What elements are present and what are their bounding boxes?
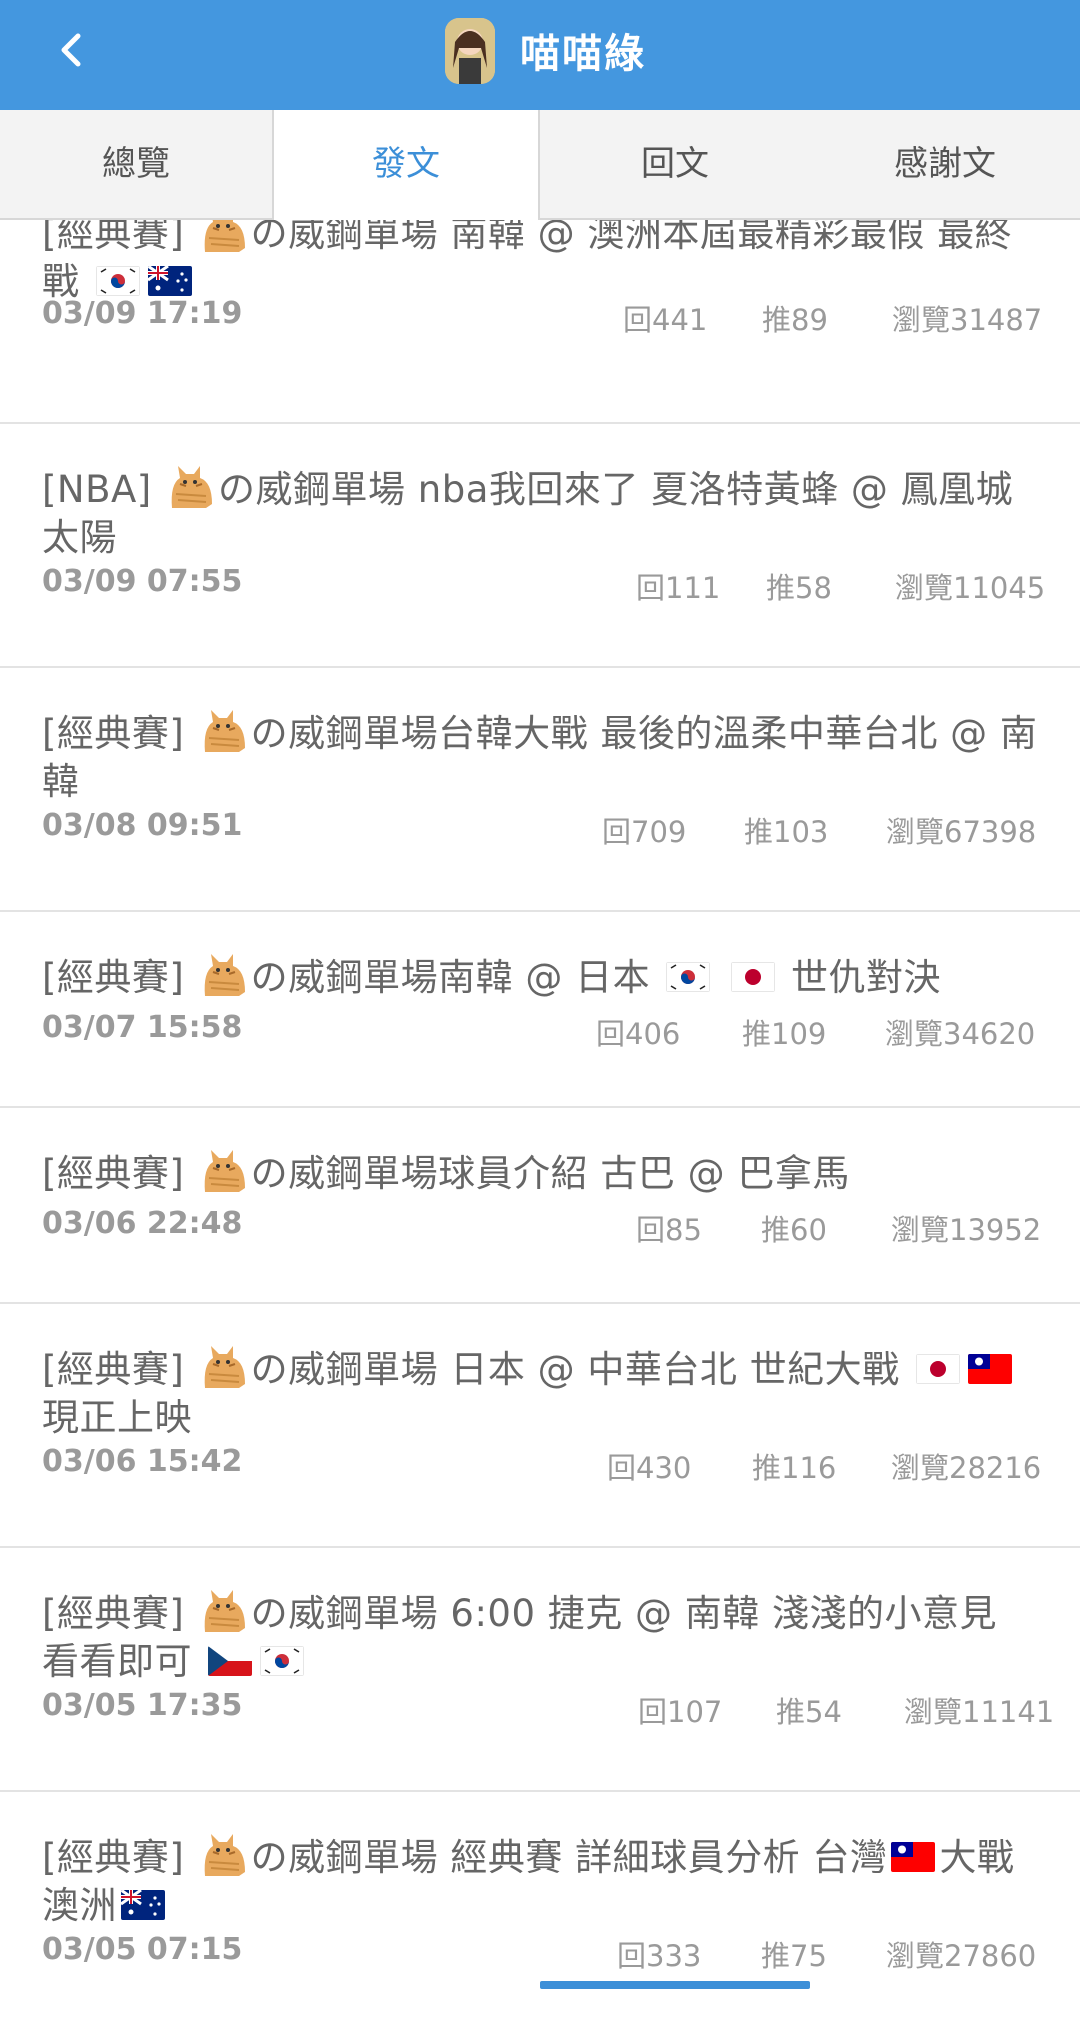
cat-emoji-icon bbox=[204, 710, 245, 752]
post-item[interactable]: [經典賽] の威鋼單場 日本 @ 中華台北 世紀大戰 現正上映 03/06 15:… bbox=[0, 1304, 1080, 1548]
flag-cz-icon bbox=[208, 1646, 253, 1676]
post-title[interactable]: [經典賽] の威鋼單場 南韓 @ 澳洲本屆最精彩最假 最終戰 bbox=[42, 220, 1042, 306]
push-count: 推75 bbox=[761, 1939, 827, 1973]
post-date: 03/07 15:58 bbox=[42, 1010, 243, 1045]
reply-count: 回85 bbox=[636, 1213, 702, 1247]
post-item[interactable]: [經典賽] の威鋼單場球員介紹 古巴 @ 巴拿馬 03/06 22:48 回85 推6… bbox=[0, 1108, 1080, 1304]
post-title[interactable]: [經典賽] の威鋼單場球員介紹 古巴 @ 巴拿馬 bbox=[42, 1148, 1042, 1198]
cat-emoji-icon bbox=[204, 1346, 245, 1388]
app-header: 喵喵綠 bbox=[0, 0, 1080, 110]
post-item[interactable]: [經典賽] の威鋼單場 南韓 @ 澳洲本屆最精彩最假 最終戰 03/09 17:… bbox=[0, 220, 1080, 424]
view-count: 瀏覽28216 bbox=[891, 1451, 1042, 1485]
push-count: 推58 bbox=[766, 571, 832, 605]
push-count: 推109 bbox=[742, 1017, 827, 1051]
post-title[interactable]: [經典賽] の威鋼單場 6:00 捷克 @ 南韓 淺淺的小意見 看看即可 bbox=[42, 1588, 1042, 1686]
cat-emoji-icon bbox=[204, 954, 245, 996]
flag-kr-icon bbox=[666, 962, 711, 992]
post-item[interactable]: [NBA] の威鋼單場 nba我回來了 夏洛特黃蜂 @ 鳳凰城太陽 03/09 0… bbox=[0, 424, 1080, 668]
view-count: 瀏覽67398 bbox=[886, 815, 1037, 849]
flag-au-icon bbox=[121, 1890, 165, 1920]
push-count: 推60 bbox=[761, 1213, 827, 1247]
post-date: 03/08 09:51 bbox=[42, 808, 243, 843]
view-count: 瀏覽13952 bbox=[891, 1213, 1042, 1247]
reply-count: 回709 bbox=[602, 815, 687, 849]
view-count: 瀏覽34620 bbox=[885, 1017, 1036, 1051]
post-date: 03/09 07:55 bbox=[42, 564, 243, 599]
tab-overview[interactable]: 總覽 bbox=[0, 110, 272, 218]
post-title[interactable]: [經典賽] の威鋼單場南韓 @ 日本 世仇對決 bbox=[42, 952, 1042, 1002]
flag-jp-icon bbox=[730, 962, 775, 992]
push-count: 推116 bbox=[752, 1451, 837, 1485]
reply-count: 回107 bbox=[638, 1695, 723, 1729]
scroll-indicator bbox=[540, 1981, 810, 1989]
tab-replies[interactable]: 回文 bbox=[540, 110, 810, 218]
post-item[interactable]: [經典賽] の威鋼單場 6:00 捷克 @ 南韓 淺淺的小意見 看看即可 03/… bbox=[0, 1548, 1080, 1792]
cat-emoji-icon bbox=[171, 466, 213, 508]
post-date: 03/06 22:48 bbox=[42, 1206, 243, 1241]
avatar bbox=[445, 18, 495, 84]
flag-tw-icon bbox=[891, 1842, 936, 1872]
tab-bar: 總覽 發文 回文 感謝文 bbox=[0, 110, 1080, 220]
view-count: 瀏覽11045 bbox=[895, 571, 1046, 605]
post-date: 03/05 17:35 bbox=[42, 1688, 243, 1723]
view-count: 瀏覽31487 bbox=[892, 303, 1043, 337]
push-count: 推89 bbox=[762, 303, 828, 337]
tab-posts[interactable]: 發文 bbox=[272, 110, 540, 220]
reply-count: 回333 bbox=[617, 1939, 702, 1973]
post-list: [經典賽] の威鋼單場 南韓 @ 澳洲本屆最精彩最假 最終戰 03/09 17:… bbox=[0, 220, 1080, 1990]
flag-tw-icon bbox=[967, 1354, 1012, 1384]
reply-count: 回430 bbox=[607, 1451, 692, 1485]
post-date: 03/09 17:19 bbox=[42, 296, 243, 331]
flag-au-icon bbox=[147, 266, 192, 296]
cat-emoji-icon bbox=[204, 1150, 245, 1192]
post-item[interactable]: [經典賽] の威鋼單場台韓大戰 最後的溫柔中華台北 @ 南韓 03/08 09:5… bbox=[0, 668, 1080, 912]
push-count: 推103 bbox=[744, 815, 829, 849]
reply-count: 回111 bbox=[636, 571, 721, 605]
reply-count: 回441 bbox=[623, 303, 708, 337]
post-title[interactable]: [NBA] の威鋼單場 nba我回來了 夏洛特黃蜂 @ 鳳凰城太陽 bbox=[42, 464, 1042, 562]
push-count: 推54 bbox=[776, 1695, 842, 1729]
post-date: 03/05 07:15 bbox=[42, 1932, 243, 1967]
cat-emoji-icon bbox=[204, 1590, 245, 1632]
post-date: 03/06 15:42 bbox=[42, 1444, 243, 1479]
post-item[interactable]: [經典賽] の威鋼單場 經典賽 詳細球員分析 台灣 大戰澳洲 03/05 07:15… bbox=[0, 1792, 1080, 1990]
page-title: 喵喵綠 bbox=[520, 31, 646, 77]
post-title[interactable]: [經典賽] の威鋼單場 經典賽 詳細球員分析 台灣 大戰澳洲 bbox=[42, 1832, 1042, 1930]
flag-kr-icon bbox=[260, 1646, 305, 1676]
post-title[interactable]: [經典賽] の威鋼單場台韓大戰 最後的溫柔中華台北 @ 南韓 bbox=[42, 708, 1042, 806]
cat-emoji-icon bbox=[204, 220, 245, 252]
view-count: 瀏覽11141 bbox=[904, 1695, 1055, 1729]
post-item[interactable]: [經典賽] の威鋼單場南韓 @ 日本 世仇對決 03/07 15:58 回406 推1… bbox=[0, 912, 1080, 1108]
back-arrow-icon[interactable] bbox=[48, 26, 96, 74]
cat-emoji-icon bbox=[204, 1834, 245, 1876]
flag-kr-icon bbox=[95, 266, 140, 296]
post-title[interactable]: [經典賽] の威鋼單場 日本 @ 中華台北 世紀大戰 現正上映 bbox=[42, 1344, 1042, 1442]
tab-thanks[interactable]: 感謝文 bbox=[810, 110, 1080, 218]
view-count: 瀏覽27860 bbox=[886, 1939, 1037, 1973]
flag-jp-icon bbox=[915, 1354, 960, 1384]
reply-count: 回406 bbox=[596, 1017, 681, 1051]
